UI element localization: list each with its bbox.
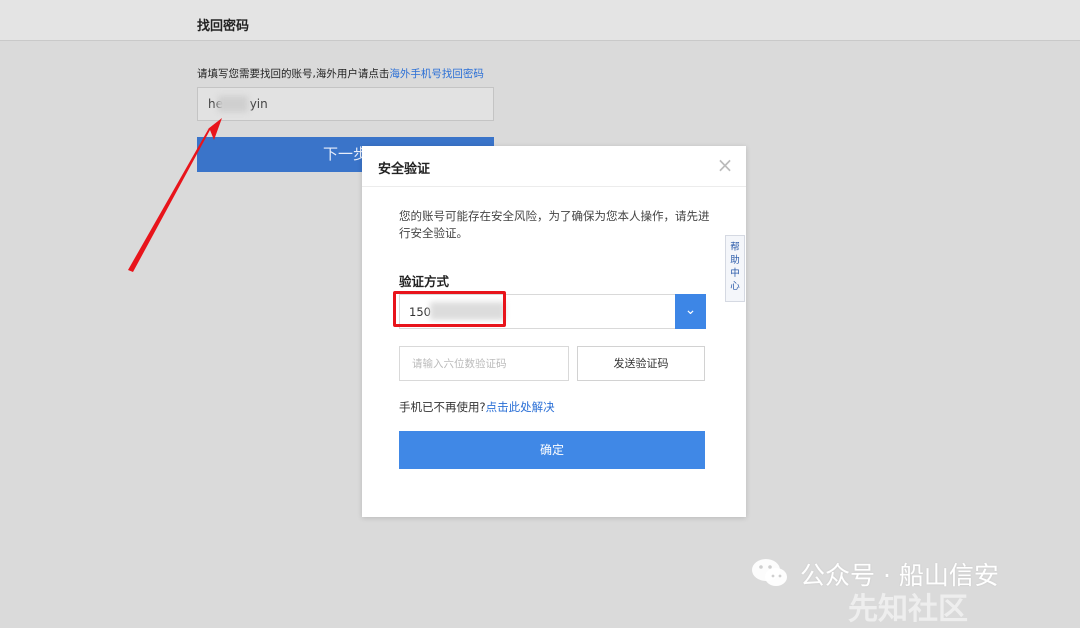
- watermark-faint-text: 先知社区: [848, 592, 968, 627]
- hint-text: 请填写您需要找回的账号,海外用户请点击: [197, 68, 390, 80]
- annotation-highlight-box: [393, 291, 506, 327]
- redacted-blur: [218, 96, 248, 112]
- resolve-link[interactable]: 点击此处解决: [486, 400, 555, 414]
- confirm-button[interactable]: 确定: [399, 431, 705, 469]
- dialog-header: 安全验证 ×: [362, 146, 746, 187]
- verification-method-label: 验证方式: [399, 274, 450, 289]
- dialog-title: 安全验证: [378, 162, 431, 177]
- phone-unavailable-text: 手机已不再使用?: [399, 400, 486, 414]
- security-verification-dialog: 安全验证 × 您的账号可能存在安全风险，为了确保为您本人操作，请先进行安全验证。…: [362, 146, 746, 517]
- send-code-button[interactable]: 发送验证码: [577, 346, 705, 381]
- page-title: 找回密码: [197, 19, 250, 34]
- top-bar: 找回密码: [0, 0, 1080, 41]
- wechat-icon: [752, 559, 787, 586]
- help-center-tab[interactable]: 帮助中心: [725, 235, 745, 302]
- verification-code-input[interactable]: [399, 346, 569, 381]
- phone-unavailable: 手机已不再使用?点击此处解决: [399, 399, 555, 415]
- risk-description: 您的账号可能存在安全风险，为了确保为您本人操作，请先进行安全验证。: [399, 209, 710, 240]
- recover-hint: 请填写您需要找回的账号,海外用户请点击海外手机号找回密码: [197, 66, 484, 81]
- overseas-recover-link[interactable]: 海外手机号找回密码: [389, 68, 484, 80]
- chevron-down-icon[interactable]: ⌄: [675, 294, 706, 329]
- close-icon[interactable]: ×: [716, 155, 734, 175]
